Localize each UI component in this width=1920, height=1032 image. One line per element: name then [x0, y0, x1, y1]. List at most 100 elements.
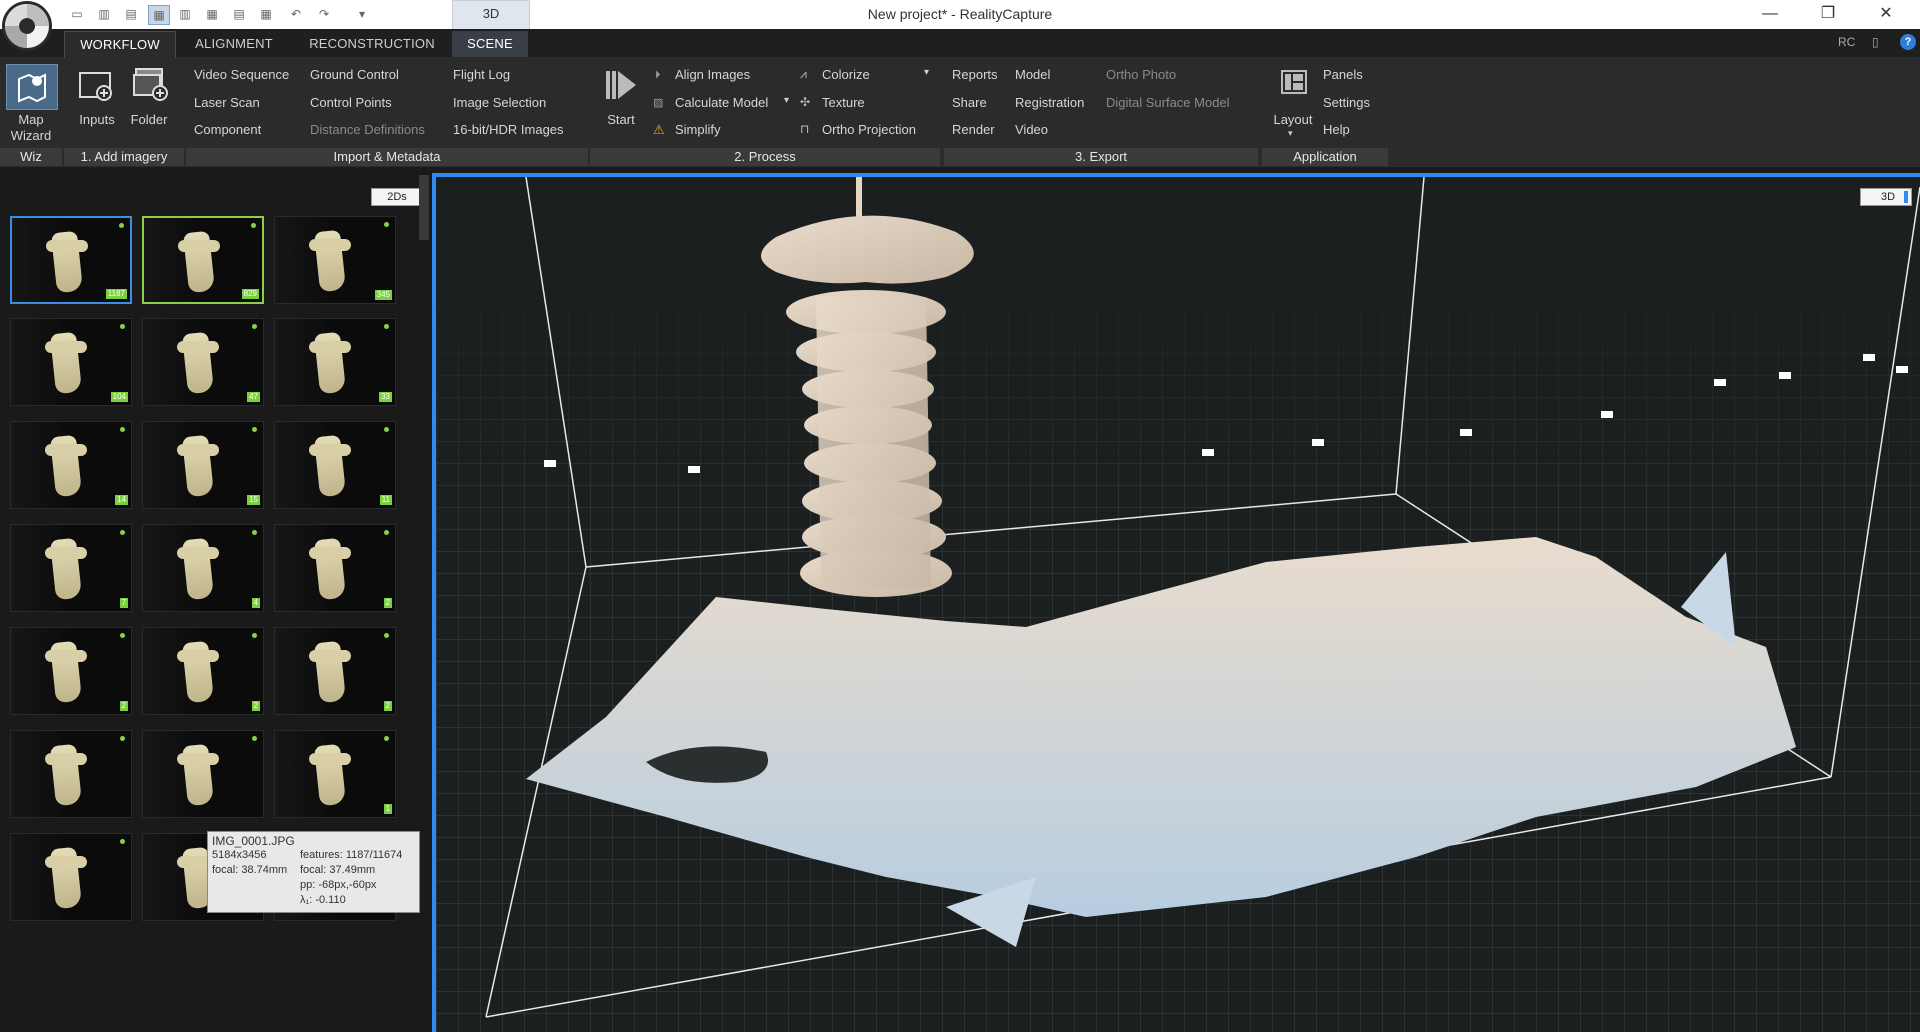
help-icon[interactable]: ? — [1900, 34, 1916, 50]
layout-icon[interactable] — [1280, 69, 1308, 95]
image-thumbnail[interactable]: 345 — [274, 216, 396, 304]
render-button[interactable]: Render — [952, 122, 995, 137]
tooltip-resolution: 5184x3456 — [212, 849, 267, 861]
calculate-model-dropdown-icon[interactable]: ▾ — [784, 95, 794, 107]
quick-access-dropdown-icon[interactable]: ▾ — [352, 5, 372, 23]
image-thumbnail[interactable]: 1187 — [10, 216, 132, 304]
image-thumbnail[interactable]: 33 — [274, 318, 396, 406]
thumbnail-spine-head — [309, 239, 351, 251]
ribbon: WORKFLOW ALIGNMENT RECONSTRUCTION SCENE … — [0, 29, 1920, 167]
registration-button[interactable]: Registration — [1015, 95, 1084, 110]
group-export: 3. Export — [944, 148, 1258, 166]
image-thumbnail[interactable] — [10, 833, 132, 921]
inputs-icon[interactable] — [76, 67, 116, 103]
distance-definitions-button[interactable]: Distance Definitions — [310, 122, 425, 137]
image-thumbnail[interactable]: 2 — [274, 627, 396, 715]
layout-3-icon[interactable]: ▤ — [121, 5, 141, 23]
image-thumbnail[interactable]: 2 — [10, 627, 132, 715]
thumbnail-spine-head — [309, 650, 351, 662]
align-images-button[interactable]: Align Images — [675, 67, 750, 82]
laser-scan-button[interactable]: Laser Scan — [194, 95, 260, 110]
thumbnail-spine-head — [45, 444, 87, 456]
inputs-button[interactable]: Inputs — [72, 112, 122, 127]
layout-5-icon[interactable]: ▥ — [175, 5, 195, 23]
minimize-button[interactable]: — — [1742, 0, 1798, 28]
panel-2d-scrollbar[interactable] — [419, 175, 429, 240]
group-wiz: Wiz — [0, 148, 62, 166]
map-wizard-label-1[interactable]: Map — [6, 112, 56, 127]
colorize-dropdown-icon[interactable]: ▾ — [924, 67, 934, 79]
panel-2d-badge[interactable]: 2Ds — [371, 188, 423, 206]
settings-button[interactable]: Settings — [1323, 95, 1370, 110]
image-thumbnail[interactable]: 1 — [274, 730, 396, 818]
image-thumbnail[interactable] — [142, 730, 264, 818]
layout-dropdown-icon[interactable]: ▾ — [1288, 128, 1298, 138]
redo-icon[interactable]: ↷ — [314, 5, 334, 23]
start-button[interactable]: Start — [596, 112, 646, 127]
tab-workflow[interactable]: WORKFLOW — [64, 31, 176, 58]
viewport-3d[interactable] — [432, 173, 1920, 1032]
maximize-button[interactable]: ❐ — [1800, 0, 1856, 28]
layout-2-icon[interactable]: ▥ — [94, 5, 114, 23]
scene-canvas[interactable] — [436, 177, 1920, 1032]
image-thumbnail[interactable]: 829 — [142, 216, 264, 304]
image-thumbnail[interactable]: 4 — [142, 524, 264, 612]
image-thumbnail[interactable]: 14 — [10, 421, 132, 509]
image-thumbnail[interactable]: 7 — [10, 524, 132, 612]
image-thumbnail[interactable]: 47 — [142, 318, 264, 406]
ortho-projection-button[interactable]: Ortho Projection — [822, 122, 916, 137]
image-thumbnail[interactable] — [10, 730, 132, 818]
thumbnail-spine-head — [309, 341, 351, 353]
model-export-button[interactable]: Model — [1015, 67, 1050, 82]
image-selection-button[interactable]: Image Selection — [453, 95, 546, 110]
flight-log-button[interactable]: Flight Log — [453, 67, 510, 82]
image-thumbnail[interactable]: 2 — [274, 524, 396, 612]
calculate-model-button[interactable]: Calculate Model — [675, 95, 768, 110]
feature-count-badge: 829 — [241, 289, 259, 299]
start-icon[interactable] — [604, 67, 638, 103]
image-thumbnail[interactable]: 104 — [10, 318, 132, 406]
layout-6-icon[interactable]: ▦ — [202, 5, 222, 23]
app-logo-icon[interactable] — [2, 1, 52, 51]
tab-alignment[interactable]: ALIGNMENT — [182, 31, 286, 57]
ortho-photo-button[interactable]: Ortho Photo — [1106, 67, 1176, 82]
layout-8-icon[interactable]: ▦ — [256, 5, 276, 23]
tab-reconstruction[interactable]: RECONSTRUCTION — [298, 31, 446, 57]
ground-control-button[interactable]: Ground Control — [310, 67, 399, 82]
view-3d-button[interactable]: 3D — [452, 0, 530, 30]
panels-button[interactable]: Panels — [1323, 67, 1363, 82]
component-button[interactable]: Component — [194, 122, 261, 137]
image-thumbnail[interactable]: 11 — [274, 421, 396, 509]
help-button[interactable]: Help — [1323, 122, 1350, 137]
reports-button[interactable]: Reports — [952, 67, 998, 82]
thumbnail-spine-head — [45, 856, 87, 868]
new-document-icon[interactable]: ▯ — [1872, 35, 1879, 49]
viewport-3d-badge[interactable]: 3D — [1860, 188, 1912, 206]
tooltip-principal-point: pp: -68px,-60px — [300, 879, 377, 891]
map-wizard-label-2[interactable]: Wizard — [6, 128, 56, 143]
control-points-button[interactable]: Control Points — [310, 95, 392, 110]
colorize-button[interactable]: Colorize — [822, 67, 870, 82]
digital-surface-model-button[interactable]: Digital Surface Model — [1106, 95, 1230, 110]
texture-button[interactable]: Texture — [822, 95, 865, 110]
share-button[interactable]: Share — [952, 95, 987, 110]
folder-icon[interactable] — [130, 65, 170, 103]
image-thumbnail[interactable]: 15 — [142, 421, 264, 509]
layout-4-icon[interactable]: ▦ — [148, 5, 170, 25]
simplify-button[interactable]: Simplify — [675, 122, 721, 137]
thumbnail-spine-head — [309, 753, 351, 765]
hdr-images-button[interactable]: 16-bit/HDR Images — [453, 122, 564, 137]
video-button[interactable]: Video — [1015, 122, 1048, 137]
image-thumbnail[interactable]: 2 — [142, 627, 264, 715]
layout-button[interactable]: Layout — [1268, 112, 1318, 127]
video-sequence-button[interactable]: Video Sequence — [194, 67, 289, 82]
thumbnail-spine-head — [45, 753, 87, 765]
undo-icon[interactable]: ↶ — [286, 5, 306, 23]
aligned-status-icon — [252, 633, 257, 638]
layout-1-icon[interactable]: ▭ — [67, 5, 87, 23]
tab-scene[interactable]: SCENE — [452, 31, 528, 57]
folder-button[interactable]: Folder — [124, 112, 174, 127]
close-button[interactable]: ✕ — [1858, 0, 1914, 28]
map-wizard-icon[interactable] — [6, 64, 58, 110]
layout-7-icon[interactable]: ▤ — [229, 5, 249, 23]
